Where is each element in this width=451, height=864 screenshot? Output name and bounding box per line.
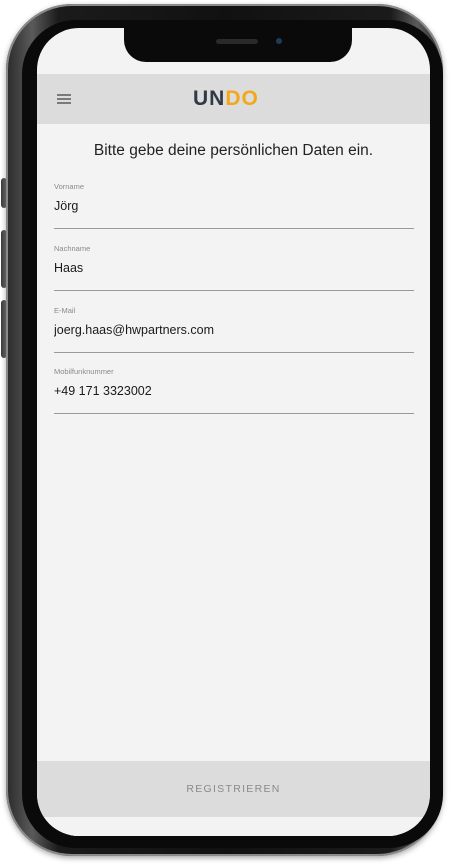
- stage: UNDO Bitte gebe deine persönlichen Daten…: [0, 0, 451, 864]
- speaker-grille: [216, 39, 258, 44]
- last-name-input[interactable]: [54, 261, 414, 275]
- first-name-input[interactable]: [54, 199, 414, 213]
- email-field[interactable]: E-Mail: [54, 306, 414, 353]
- home-indicator-area: [37, 817, 430, 836]
- mobile-number-field[interactable]: Mobilfunknummer: [54, 367, 414, 414]
- front-camera-icon: [276, 38, 282, 44]
- mobile-number-label: Mobilfunknummer: [54, 367, 114, 376]
- phone-screen: UNDO Bitte gebe deine persönlichen Daten…: [37, 28, 430, 836]
- app-header: UNDO: [37, 74, 430, 124]
- last-name-field[interactable]: Nachname: [54, 244, 414, 291]
- email-input[interactable]: [54, 323, 414, 337]
- first-name-label: Vorname: [54, 182, 85, 191]
- email-label: E-Mail: [54, 306, 76, 315]
- form-intro-text: Bitte gebe deine persönlichen Daten ein.: [93, 142, 374, 159]
- register-button[interactable]: REGISTRIEREN: [37, 761, 430, 817]
- last-name-label: Nachname: [54, 244, 91, 253]
- first-name-field[interactable]: Vorname: [54, 182, 414, 229]
- notch: [124, 28, 352, 62]
- hamburger-menu-icon[interactable]: [57, 94, 71, 104]
- mobile-number-input[interactable]: [54, 384, 414, 398]
- logo-part-un: UN: [193, 87, 226, 110]
- footer-bar: REGISTRIEREN: [37, 761, 430, 817]
- app-logo: UNDO: [193, 87, 259, 111]
- logo-part-do: DO: [225, 87, 259, 110]
